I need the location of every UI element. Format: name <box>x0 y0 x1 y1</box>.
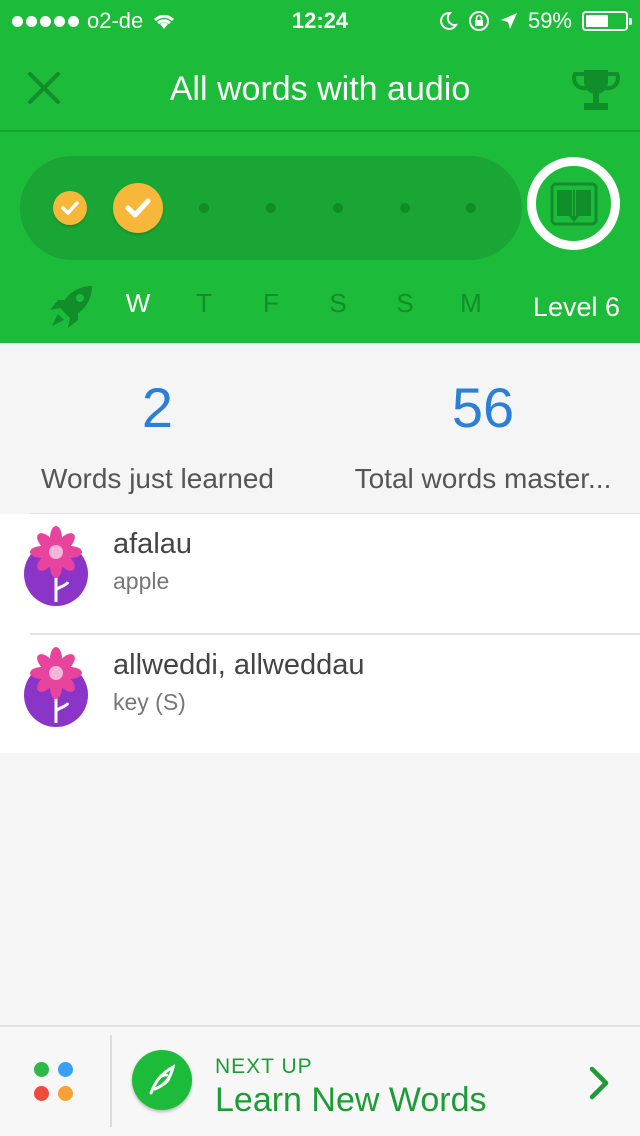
pending-day-dot <box>199 203 209 213</box>
stats-panel: 2 Words just learned 56 Total words mast… <box>0 343 640 515</box>
total-mastered-label: Total words master... <box>354 463 612 494</box>
pending-day-dot <box>400 203 410 213</box>
day-label: W <box>125 288 151 318</box>
total-mastered-value: 56 <box>451 376 515 439</box>
pending-day-dot <box>266 203 276 213</box>
plant-icon <box>149 1064 176 1095</box>
list-item[interactable]: allweddi, allweddau key (S) <box>0 635 640 753</box>
learn-new-words-button[interactable] <box>132 1050 192 1110</box>
book-icon <box>550 182 597 225</box>
day-label: S <box>396 288 414 318</box>
pending-day-dot <box>466 203 476 213</box>
word-meaning: apple <box>113 568 170 594</box>
day-label: T <box>196 288 212 318</box>
next-up-label: NEXT UP <box>215 1055 313 1078</box>
course-book-button[interactable] <box>527 157 620 250</box>
next-up-title[interactable]: Learn New Words <box>215 1081 487 1120</box>
word-list: afalau apple allweddi, allweddau key (S) <box>0 514 640 753</box>
day-label: S <box>329 288 347 318</box>
completed-day-check-icon <box>53 191 87 225</box>
rotation-lock-icon <box>468 11 489 31</box>
total-mastered-stat: 56 Total words master... <box>338 373 628 495</box>
battery-icon <box>582 11 632 31</box>
word-text: afalau <box>113 528 193 560</box>
list-item[interactable]: afalau apple <box>0 514 640 632</box>
streak-track <box>20 156 522 260</box>
trophy-icon[interactable] <box>570 64 622 116</box>
moon-icon <box>440 11 458 30</box>
words-learned-label: Words just learned <box>41 463 274 494</box>
word-text: allweddi, allweddau <box>113 649 365 681</box>
bottom-separator <box>110 1035 112 1127</box>
location-icon <box>500 13 517 29</box>
menu-dots-icon[interactable] <box>34 1062 74 1102</box>
header-area: o2-de 12:24 59% All words with audio W T… <box>0 0 640 343</box>
day-label: F <box>263 288 279 318</box>
bottom-bar: NEXT UP Learn New Words <box>0 1025 640 1136</box>
chevron-right-icon[interactable] <box>584 1063 614 1103</box>
flower-icon <box>24 526 88 606</box>
page-title: All words with audio <box>169 70 471 108</box>
status-bar: o2-de 12:24 59% <box>0 0 640 40</box>
flower-icon <box>24 647 88 727</box>
nav-bar: All words with audio <box>0 40 640 130</box>
pending-day-dot <box>333 203 343 213</box>
today-check-icon <box>113 183 163 233</box>
word-meaning: key (S) <box>113 689 186 715</box>
words-learned-stat: 2 Words just learned <box>20 373 295 495</box>
nav-divider <box>0 130 640 132</box>
level-label: Level 6 <box>532 292 620 322</box>
day-label: M <box>460 288 482 318</box>
words-learned-value: 2 <box>141 376 174 439</box>
battery-percent: 59% <box>527 8 572 33</box>
